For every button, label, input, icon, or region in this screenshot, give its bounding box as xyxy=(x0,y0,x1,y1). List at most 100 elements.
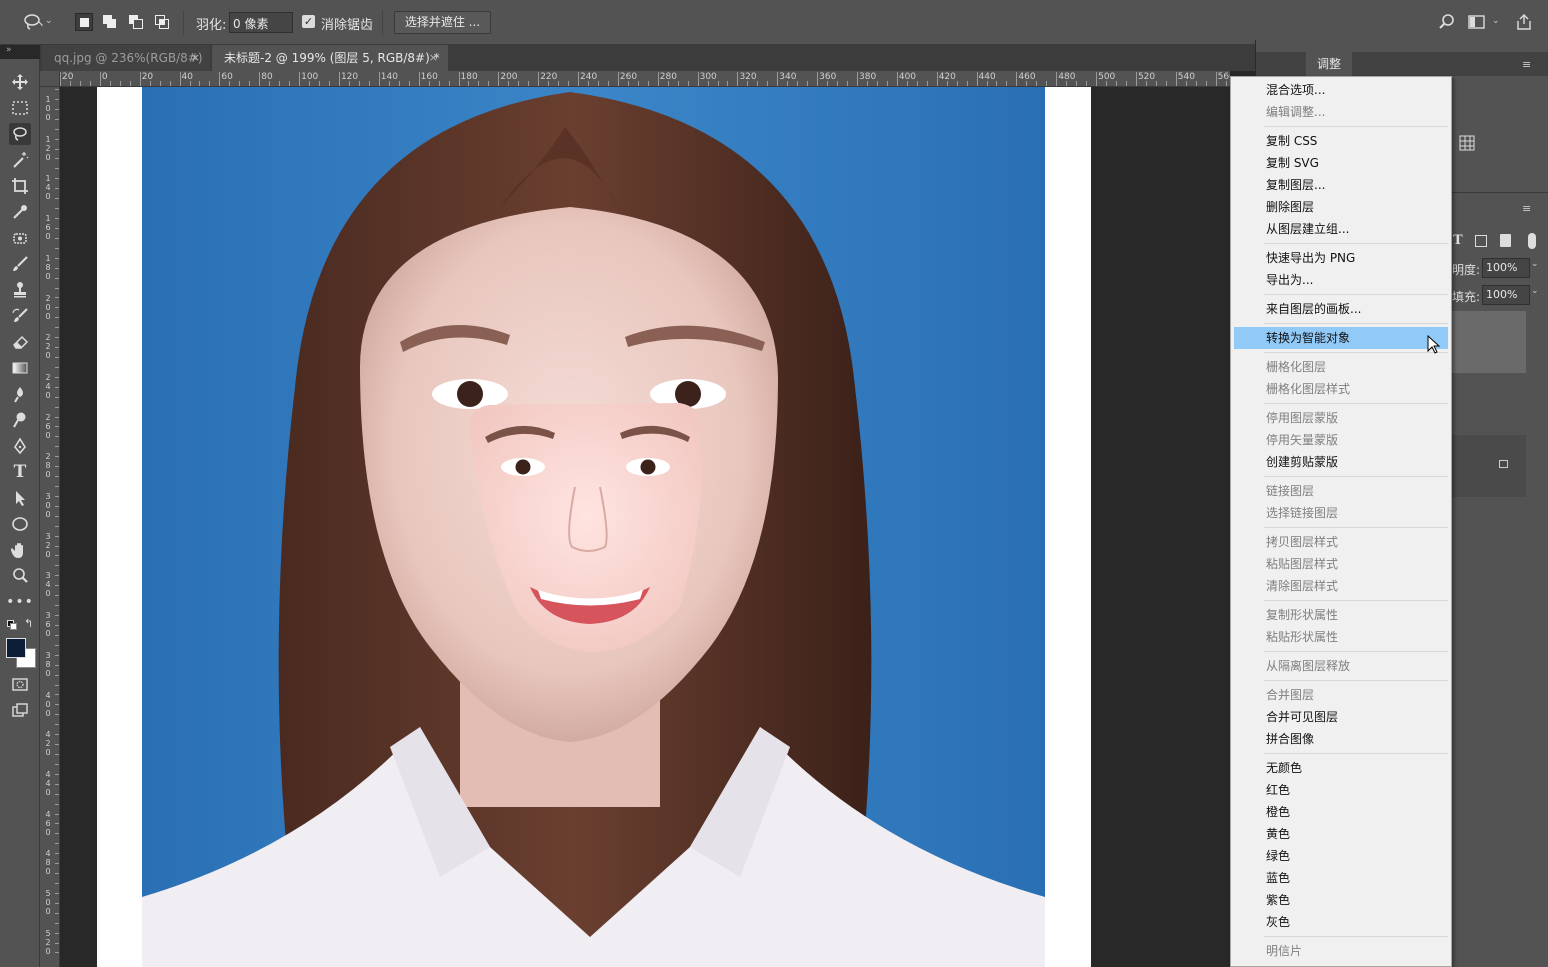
new-selection-button[interactable] xyxy=(75,13,93,31)
menu-item[interactable]: 导出为... xyxy=(1234,269,1448,291)
filter-toggle[interactable] xyxy=(1528,233,1536,249)
history-brush-icon[interactable] xyxy=(9,305,31,327)
move-icon[interactable] xyxy=(9,71,31,93)
ruler-tick xyxy=(1215,72,1217,86)
menu-item[interactable]: 蓝色 xyxy=(1234,867,1448,889)
type-icon[interactable]: T xyxy=(9,461,31,483)
close-icon[interactable]: × xyxy=(191,45,200,71)
layer-row[interactable] xyxy=(1451,435,1526,497)
canvas-area[interactable] xyxy=(60,87,1230,967)
ruler-tick xyxy=(55,902,59,904)
dodge-icon[interactable] xyxy=(9,409,31,431)
ruler-tick xyxy=(1066,81,1068,86)
ruler-tick xyxy=(55,108,59,110)
brush-icon[interactable] xyxy=(9,253,31,275)
menu-item[interactable]: 转换为智能对象 xyxy=(1234,327,1448,349)
menu-item[interactable]: 橙色 xyxy=(1234,801,1448,823)
screen-mode-icon[interactable] xyxy=(9,699,31,721)
ruler-tick xyxy=(647,81,649,86)
lasso-icon[interactable] xyxy=(22,12,44,32)
menu-item[interactable]: 合并可见图层 xyxy=(1234,706,1448,728)
feather-input[interactable]: 0 像素 xyxy=(229,12,293,33)
menu-item[interactable]: 复制图层... xyxy=(1234,174,1448,196)
workspace-chevron-icon[interactable]: ⌄ xyxy=(1492,16,1500,26)
ruler-tick xyxy=(578,72,580,86)
workspace-icon[interactable] xyxy=(1467,12,1487,32)
swap-colors-icon[interactable]: ↰ xyxy=(24,617,33,630)
search-icon[interactable] xyxy=(1437,12,1457,32)
menu-item: 合并图层 xyxy=(1266,688,1315,702)
menu-item[interactable]: 黄色 xyxy=(1234,823,1448,845)
menu-item[interactable]: 来自图层的画板... xyxy=(1234,298,1448,320)
tools-panel: T ••• ↰ xyxy=(0,59,40,967)
hand-icon[interactable] xyxy=(9,539,31,561)
pen-icon[interactable] xyxy=(9,435,31,457)
gradient-icon[interactable] xyxy=(9,357,31,379)
subtract-selection-button[interactable] xyxy=(127,13,145,31)
menu-separator xyxy=(1264,527,1448,528)
select-and-mask-button[interactable]: 选择并遮住 ... xyxy=(394,11,491,34)
opacity-input[interactable]: 100% xyxy=(1482,258,1530,278)
zoom-icon[interactable] xyxy=(9,565,31,587)
menu-item[interactable]: 紫色 xyxy=(1234,889,1448,911)
tool-preset-chevron-icon[interactable]: ⌄ xyxy=(45,16,53,26)
patch-icon[interactable] xyxy=(9,227,31,249)
menu-item[interactable]: 灰色 xyxy=(1234,911,1448,933)
layers-menu-icon[interactable]: ≡ xyxy=(1522,202,1531,215)
menu-item[interactable]: 红色 xyxy=(1234,779,1448,801)
ruler-label: 2 6 0 xyxy=(45,412,51,440)
default-colors-icon[interactable] xyxy=(7,620,17,630)
fill-input[interactable]: 100% xyxy=(1482,285,1530,305)
add-selection-button[interactable] xyxy=(101,13,119,31)
menu-item[interactable]: 创建剪贴蒙版 xyxy=(1234,451,1448,473)
tab-untitled-2[interactable]: 未标题-2 @ 199% (图层 5, RGB/8#) * × xyxy=(212,45,448,71)
smart-object-filter-icon[interactable] xyxy=(1500,234,1511,247)
ruler-tick xyxy=(657,72,659,86)
menu-item[interactable]: 混合选项... xyxy=(1234,79,1448,101)
ruler-tick xyxy=(448,81,450,86)
more-icon[interactable]: ••• xyxy=(6,591,33,613)
menu-item[interactable]: 删除图层 xyxy=(1234,196,1448,218)
foreground-color-swatch[interactable] xyxy=(6,638,26,658)
document-canvas[interactable] xyxy=(60,87,1230,967)
blur-icon[interactable] xyxy=(9,383,31,405)
share-icon[interactable] xyxy=(1514,12,1534,32)
intersect-selection-button[interactable] xyxy=(153,13,171,31)
ellipse-icon[interactable] xyxy=(9,513,31,535)
menu-item[interactable]: 从图层建立组... xyxy=(1234,218,1448,240)
fill-chevron-icon[interactable]: ⌄ xyxy=(1531,286,1539,296)
ruler-tick xyxy=(309,81,311,86)
stamp-icon[interactable] xyxy=(9,279,31,301)
grid-icon[interactable] xyxy=(1459,135,1475,151)
ruler-tick xyxy=(787,81,789,86)
crop-icon[interactable] xyxy=(9,175,31,197)
lasso-icon[interactable] xyxy=(9,123,31,145)
tab-qq-jpg[interactable]: qq.jpg @ 236%(RGB/8#) × xyxy=(42,45,210,71)
magic-wand-icon[interactable] xyxy=(9,149,31,171)
menu-item[interactable]: 无颜色 xyxy=(1234,757,1448,779)
menu-item[interactable]: 拼合图像 xyxy=(1234,728,1448,750)
path-select-icon[interactable] xyxy=(9,487,31,509)
marquee-icon[interactable] xyxy=(9,97,31,119)
toolbar-collapse-icon[interactable]: » xyxy=(6,45,12,55)
layer-row-selected[interactable] xyxy=(1451,311,1526,373)
eyedropper-icon[interactable] xyxy=(9,201,31,223)
eraser-icon[interactable] xyxy=(9,331,31,353)
ruler-tick xyxy=(299,72,301,86)
menu-item[interactable]: 复制 SVG xyxy=(1234,152,1448,174)
ruler-tick xyxy=(358,81,360,86)
menu-item[interactable]: 绿色 xyxy=(1234,845,1448,867)
ruler-tick xyxy=(55,734,59,736)
antialias-checkbox[interactable]: ✓ xyxy=(302,15,315,28)
close-icon[interactable]: × xyxy=(429,45,438,71)
opacity-chevron-icon[interactable]: ⌄ xyxy=(1531,259,1539,269)
quick-mask-icon[interactable] xyxy=(9,673,31,695)
type-filter-icon[interactable]: T xyxy=(1453,233,1463,248)
shape-filter-icon[interactable] xyxy=(1475,235,1487,247)
ruler-tick xyxy=(55,257,59,259)
panel-menu-icon[interactable]: ≡ xyxy=(1522,58,1531,71)
menu-item[interactable]: 复制 CSS xyxy=(1234,130,1448,152)
tab-adjustments[interactable]: 调整 xyxy=(1306,52,1352,76)
ruler-tick xyxy=(55,128,59,130)
menu-item[interactable]: 快速导出为 PNG xyxy=(1234,247,1448,269)
